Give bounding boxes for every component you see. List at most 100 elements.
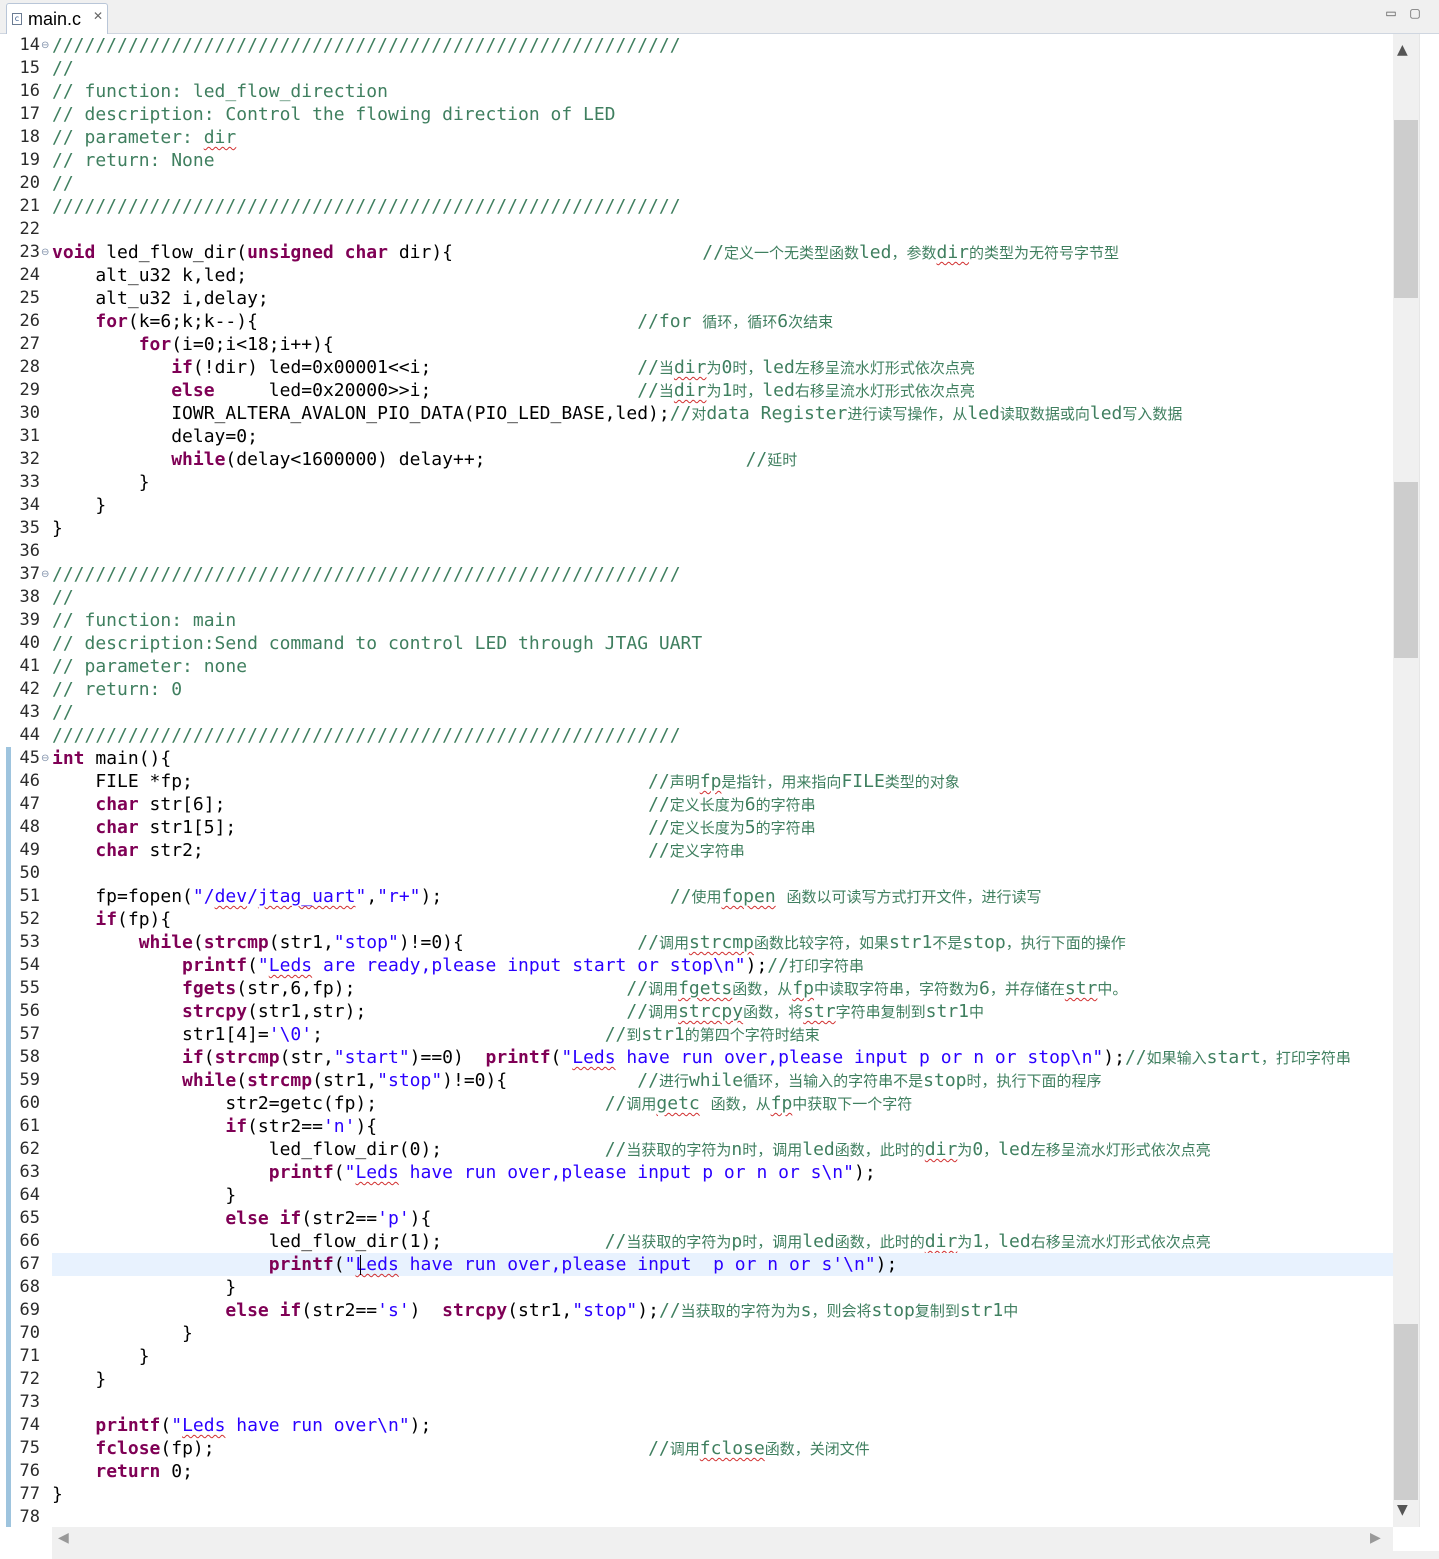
close-icon[interactable]: ✕ (93, 9, 103, 23)
code-line[interactable]: printf("Leds have run over,please input … (52, 1253, 898, 1276)
code-line[interactable]: // parameter: dir (52, 126, 236, 149)
fold-toggle-icon[interactable]: ⊖ (41, 747, 49, 770)
code-line[interactable]: // return: None (52, 149, 215, 172)
code-line[interactable]: str1[4]='\0'; //到str1的第四个字符时结束 (52, 1023, 820, 1046)
code-line[interactable]: strcpy(str1,str); //调用strcpy函数，将str字符串复制… (52, 1000, 984, 1023)
code-line[interactable]: fgets(str,6,fp); //调用fgets函数，从fp中读取字符串，字… (52, 977, 1127, 1000)
scroll-thumb[interactable] (1394, 1324, 1418, 1500)
code-line[interactable]: else led=0x20000>>i; //当dir为1时，led右移呈流水灯… (52, 379, 975, 402)
code-line[interactable]: // (52, 172, 74, 195)
fold-toggle-icon[interactable]: ⊖ (41, 241, 49, 264)
code-token: 当 (658, 382, 674, 400)
code-line[interactable]: } (52, 1483, 63, 1506)
code-line[interactable]: char str[6]; //定义长度为6的字符串 (52, 793, 815, 816)
horizontal-scrollbar[interactable]: ◀ ▶ (52, 1527, 1393, 1551)
minimize-icon[interactable]: ▭ (1384, 6, 1398, 20)
code-line[interactable]: ////////////////////////////////////////… (52, 195, 681, 218)
code-line[interactable]: fclose(fp); //调用fclose函数，关闭文件 (52, 1437, 869, 1460)
code-line[interactable]: // (52, 701, 74, 724)
code-line[interactable]: // (52, 586, 74, 609)
code-line[interactable]: ////////////////////////////////////////… (52, 724, 681, 747)
code-line[interactable]: printf("Leds are ready,please input star… (52, 954, 864, 977)
code-token: else (225, 1208, 269, 1229)
code-line[interactable]: } (52, 1368, 106, 1391)
code-line[interactable]: // return: 0 (52, 678, 182, 701)
code-line[interactable]: led_flow_dir(0); //当获取的字符为n时，调用led函数，此时的… (52, 1138, 1211, 1161)
code-token: n (731, 1139, 743, 1160)
code-line[interactable]: alt_u32 i,delay; (52, 287, 268, 310)
code-token: " (344, 1254, 356, 1275)
maximize-icon[interactable]: ▢ (1408, 6, 1422, 20)
code-line[interactable]: while(strcmp(str1,"stop")!=0){ //进行while… (52, 1069, 1101, 1092)
code-token: ( (160, 1415, 172, 1436)
code-token: (str, (279, 1047, 334, 1068)
code-line[interactable]: } (52, 1276, 236, 1299)
code-line[interactable]: } (52, 1184, 236, 1207)
code-line[interactable]: // parameter: none (52, 655, 247, 678)
scroll-down-icon[interactable]: ▼ (1397, 1502, 1408, 1518)
code-token: 时， (732, 359, 763, 377)
code-line[interactable]: // function: main (52, 609, 236, 632)
fold-toggle-icon[interactable]: ⊖ (41, 563, 49, 586)
code-line[interactable]: if(str2=='n'){ (52, 1115, 377, 1138)
code-token: // (626, 1001, 649, 1022)
code-line[interactable]: } (52, 494, 106, 517)
code-line[interactable]: ////////////////////////////////////////… (52, 34, 681, 57)
code-line[interactable]: delay=0; (52, 425, 258, 448)
code-line[interactable]: else if(str2=='s') strcpy(str1,"stop");/… (52, 1299, 1018, 1322)
line-number: 31 (19, 426, 40, 446)
code-token: (delay<1600000) delay++; (225, 449, 746, 470)
code-line[interactable]: while(strcmp(str1,"stop")!=0){ //调用strcm… (52, 931, 1126, 954)
code-token: strcmp (214, 1047, 280, 1068)
code-token: dir){ (387, 242, 703, 263)
code-line[interactable]: void led_flow_dir(unsigned char dir){ //… (52, 241, 1119, 264)
code-line[interactable]: char str2; //定义字符串 (52, 839, 744, 862)
code-line[interactable]: ////////////////////////////////////////… (52, 563, 681, 586)
code-line[interactable]: // description: Control the flowing dire… (52, 103, 616, 126)
scroll-left-icon[interactable]: ◀ (58, 1530, 69, 1546)
code-line[interactable]: for(i=0;i<18;i++){ (52, 333, 637, 356)
code-line[interactable]: if(strcmp(str,"start")==0) printf("Leds … (52, 1046, 1351, 1069)
code-line[interactable]: // function: led_flow_direction (52, 80, 388, 103)
code-line[interactable]: return 0; (52, 1460, 193, 1483)
code-line[interactable]: alt_u32 k,led; (52, 264, 247, 287)
code-line[interactable]: char str1[5]; //定义长度为5的字符串 (52, 816, 815, 839)
tab-main-c[interactable]: c main.c ✕ (6, 3, 108, 34)
code-line[interactable]: int main(){ (52, 747, 171, 770)
code-token: 写入数据 (1122, 405, 1183, 423)
code-line[interactable]: str2=getc(fp); //调用getc 函数，从fp中获取下一个字符 (52, 1092, 912, 1115)
code-line[interactable]: } (52, 1322, 193, 1345)
code-line[interactable]: if(!dir) led=0x00001<<i; //当dir为0时，led左移… (52, 356, 975, 379)
code-token: ); (637, 1300, 659, 1321)
overview-block (1394, 120, 1418, 298)
scroll-right-icon[interactable]: ▶ (1370, 1530, 1381, 1546)
code-line[interactable]: } (52, 517, 63, 540)
code-line[interactable]: } (52, 471, 150, 494)
code-line[interactable]: FILE *fp; //声明fp是指针，用来指向FILE类型的对象 (52, 770, 959, 793)
code-line[interactable]: printf("Leds have run over\n"); (52, 1414, 431, 1437)
code-line[interactable]: led_flow_dir(1); //当获取的字符为p时，调用led函数，此时的… (52, 1230, 1211, 1253)
code-line[interactable]: // description:Send command to control L… (52, 632, 702, 655)
code-token: while (171, 449, 226, 470)
code-token: str2=getc(fp); (52, 1093, 605, 1114)
code-editor[interactable]: 14 ⊖ 15 16 17 18 19 20 21 22 23 ⊖ 24 25 26 27 28 29 30 31 32… (0, 34, 1393, 1527)
code-token: " (171, 1415, 183, 1436)
scroll-up-icon[interactable]: ▲ (1397, 42, 1408, 58)
code-token: (str2== (247, 1116, 323, 1137)
code-token: led (998, 1139, 1031, 1160)
line-number: 63 (19, 1162, 40, 1182)
code-line[interactable]: } (52, 1345, 150, 1368)
code-line[interactable]: fp=fopen("/dev/jtag_uart","r+"); //使用fop… (52, 885, 1041, 908)
code-token: 是指针，用来指向 (721, 773, 842, 791)
code-line[interactable]: while(delay<1600000) delay++; //延时 (52, 448, 797, 471)
fold-toggle-icon[interactable]: ⊖ (41, 34, 49, 57)
code-line[interactable]: // (52, 57, 74, 80)
code-line[interactable]: for(k=6;k;k--){ //for 循环，循环6次结束 (52, 310, 833, 333)
vertical-scrollbar[interactable]: ▲ ▼ (1393, 34, 1419, 1527)
code-token: // (604, 1231, 627, 1252)
code-line[interactable]: IOWR_ALTERA_AVALON_PIO_DATA(PIO_LED_BASE… (52, 402, 1182, 425)
code-line[interactable]: else if(str2=='p'){ (52, 1207, 431, 1230)
code-line[interactable]: if(fp){ (52, 908, 171, 931)
code-line[interactable]: printf("Leds have run over,please input … (52, 1161, 876, 1184)
